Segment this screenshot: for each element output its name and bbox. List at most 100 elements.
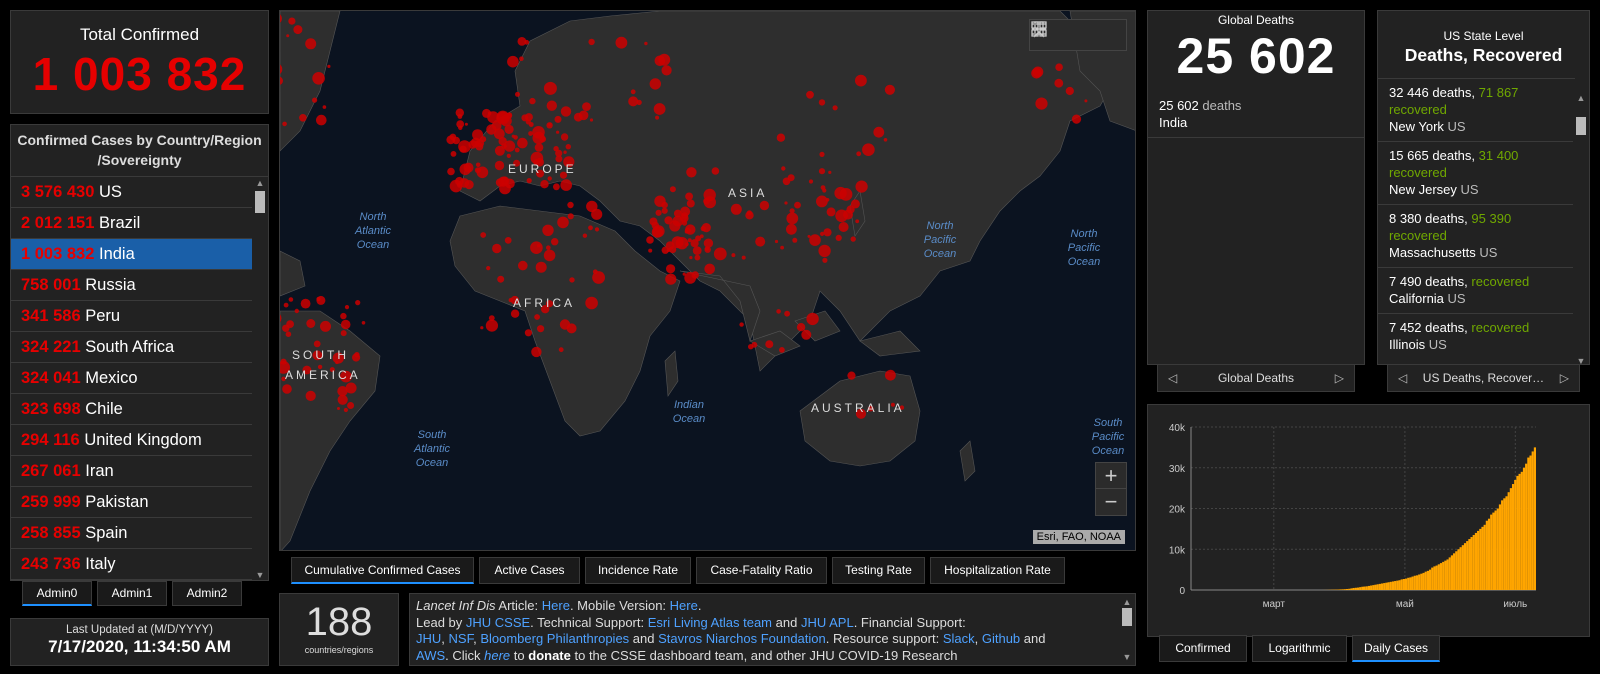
map-attribution[interactable]: Esri, FAO, NOAA — [1032, 530, 1125, 544]
case-marker[interactable] — [653, 103, 666, 115]
case-marker[interactable] — [546, 122, 553, 129]
case-marker[interactable] — [792, 237, 798, 243]
case-marker[interactable] — [648, 248, 653, 253]
case-marker[interactable] — [686, 167, 697, 178]
case-marker[interactable] — [543, 249, 556, 262]
case-marker[interactable] — [305, 390, 316, 401]
case-marker[interactable] — [806, 312, 819, 326]
tab-chart-confirmed[interactable]: Confirmed — [1159, 635, 1247, 662]
case-marker[interactable] — [684, 272, 697, 284]
case-marker[interactable] — [787, 174, 795, 182]
case-marker[interactable] — [514, 147, 520, 153]
case-marker[interactable] — [305, 38, 317, 50]
case-marker[interactable] — [751, 341, 758, 348]
tab-testing-rate[interactable]: Testing Rate — [832, 557, 925, 584]
prev-arrow-icon[interactable]: ◁ — [1168, 365, 1177, 391]
case-marker[interactable] — [745, 211, 754, 220]
case-marker[interactable] — [855, 180, 868, 193]
jhu-apl-link[interactable]: JHU APL — [801, 615, 854, 630]
country-row[interactable]: 267 061 Iran — [11, 456, 252, 487]
case-marker[interactable] — [559, 319, 571, 330]
country-row[interactable]: 2 012 151 Brazil — [11, 208, 252, 239]
case-marker[interactable] — [755, 236, 766, 247]
case-marker[interactable] — [293, 25, 303, 35]
mobile-version-link[interactable]: Here — [670, 598, 698, 613]
global-deaths-item[interactable]: 25 602 deaths India — [1148, 85, 1364, 138]
case-marker[interactable] — [327, 64, 331, 68]
case-marker[interactable] — [526, 178, 532, 184]
case-marker[interactable] — [537, 325, 545, 333]
case-marker[interactable] — [592, 271, 605, 284]
case-marker[interactable] — [316, 296, 321, 302]
world-map[interactable]: EUROPE ASIA AFRICA AUSTRALIA SOUTH AMERI… — [279, 10, 1136, 551]
case-marker[interactable] — [554, 115, 562, 123]
case-marker[interactable] — [685, 192, 693, 201]
case-marker[interactable] — [486, 266, 491, 271]
case-marker[interactable] — [285, 331, 292, 338]
stavros-niarchos-link[interactable]: Stavros Niarchos Foundation — [658, 631, 826, 646]
case-marker[interactable] — [808, 179, 814, 184]
case-marker[interactable] — [556, 130, 560, 134]
case-marker[interactable] — [534, 143, 544, 152]
tab-admin1[interactable]: Admin1 — [97, 581, 167, 606]
case-marker[interactable] — [759, 200, 770, 211]
case-marker[interactable] — [546, 245, 551, 250]
case-marker[interactable] — [283, 302, 289, 308]
scroll-up-icon[interactable]: ▲ — [1573, 93, 1589, 103]
case-marker[interactable] — [480, 232, 487, 238]
case-marker[interactable] — [343, 407, 348, 413]
country-row[interactable]: 758 001 Russia — [11, 270, 252, 301]
case-marker[interactable] — [452, 136, 460, 145]
case-marker[interactable] — [480, 136, 487, 143]
case-marker[interactable] — [806, 90, 814, 99]
scroll-up-icon[interactable]: ▲ — [252, 178, 268, 188]
case-marker[interactable] — [689, 256, 693, 260]
case-marker[interactable] — [666, 264, 676, 274]
case-marker[interactable] — [818, 168, 826, 175]
tab-admin2[interactable]: Admin2 — [172, 581, 242, 606]
us-state-row[interactable]: 32 446 deaths, 71 867 recovered New York … — [1378, 78, 1575, 141]
legend-list-icon[interactable] — [1032, 23, 1087, 44]
case-marker[interactable] — [532, 131, 545, 145]
case-marker[interactable] — [682, 272, 686, 276]
case-marker[interactable] — [781, 166, 786, 171]
case-marker[interactable] — [1065, 86, 1074, 96]
tab-chart-logarithmic[interactable]: Logarithmic — [1252, 635, 1347, 662]
country-row[interactable]: 324 221 South Africa — [11, 332, 252, 363]
case-marker[interactable] — [818, 244, 831, 258]
case-marker[interactable] — [582, 102, 591, 111]
case-marker[interactable] — [801, 329, 812, 340]
case-marker[interactable] — [542, 224, 554, 236]
jhu-link[interactable]: JHU — [416, 631, 441, 646]
case-marker[interactable] — [458, 125, 463, 130]
case-marker[interactable] — [630, 89, 636, 95]
case-marker[interactable] — [534, 314, 540, 320]
case-marker[interactable] — [553, 183, 560, 191]
scroll-down-icon[interactable]: ▼ — [1119, 649, 1135, 666]
case-marker[interactable] — [565, 144, 571, 150]
case-marker[interactable] — [569, 277, 575, 283]
case-marker[interactable] — [340, 330, 347, 337]
case-marker[interactable] — [352, 353, 361, 362]
tab-admin0[interactable]: Admin0 — [22, 581, 92, 606]
case-marker[interactable] — [786, 212, 799, 225]
case-marker[interactable] — [524, 39, 530, 45]
case-marker[interactable] — [884, 84, 896, 95]
country-list-scrollbar[interactable]: ▲ ▼ — [252, 178, 268, 580]
us-state-row[interactable]: 15 665 deaths, 31 400 recovered New Jerse… — [1378, 141, 1575, 204]
case-marker[interactable] — [776, 133, 786, 142]
case-marker[interactable] — [517, 137, 528, 149]
nsf-link[interactable]: NSF — [449, 631, 474, 646]
case-marker[interactable] — [818, 99, 826, 106]
case-marker[interactable] — [355, 300, 361, 306]
case-marker[interactable] — [780, 245, 784, 250]
case-marker[interactable] — [862, 143, 875, 156]
case-marker[interactable] — [683, 218, 687, 223]
case-marker[interactable] — [497, 275, 505, 283]
country-row[interactable]: 243 736 Italy — [11, 549, 252, 580]
case-marker[interactable] — [498, 137, 507, 146]
case-marker[interactable] — [784, 201, 788, 205]
case-marker[interactable] — [340, 319, 351, 330]
case-marker[interactable] — [655, 209, 662, 216]
case-marker[interactable] — [464, 122, 468, 126]
